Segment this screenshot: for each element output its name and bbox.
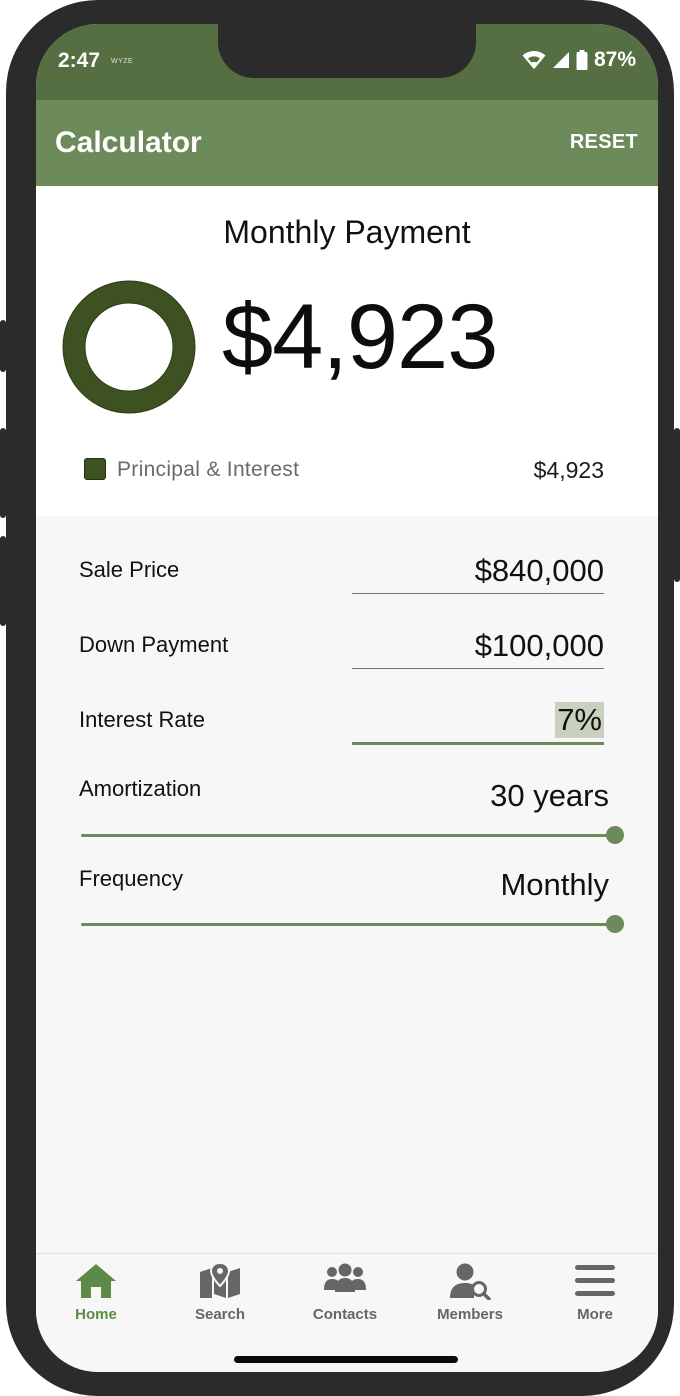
sale-price-label: Sale Price: [79, 557, 180, 582]
slider-thumb[interactable]: [606, 826, 624, 844]
volume-down-button: [0, 536, 6, 626]
frequency-label: Frequency: [79, 866, 183, 891]
bottom-navigation: Home Search Contacts Members More: [36, 1253, 658, 1372]
status-brand-label: WYZE: [111, 58, 134, 65]
wifi-icon: [522, 51, 546, 69]
down-payment-value: $100,000: [474, 628, 604, 663]
nav-search-label: Search: [194, 1306, 246, 1323]
frequency-slider[interactable]: [81, 914, 624, 934]
slider-thumb[interactable]: [606, 915, 624, 933]
amortization-value: 30 years: [490, 778, 609, 813]
summary-title: Monthly Payment: [223, 214, 471, 250]
menu-icon: [575, 1265, 615, 1296]
cellular-signal-icon: [552, 52, 569, 68]
donut-segment-principal-interest: [63, 281, 195, 413]
power-button: [674, 428, 680, 582]
legend-label: Principal & Interest: [117, 458, 300, 481]
interest-rate-value: 7%: [555, 702, 604, 738]
down-payment-field[interactable]: $100,000: [352, 625, 604, 669]
home-indicator: [234, 1356, 458, 1363]
mute-switch: [0, 320, 6, 372]
monthly-payment-amount: $4,923: [222, 286, 498, 388]
home-icon: [76, 1264, 116, 1298]
nav-home-label: Home: [75, 1306, 117, 1323]
slider-track: [81, 834, 615, 837]
reset-button[interactable]: RESET: [570, 131, 638, 154]
battery-percentage: 87%: [593, 48, 636, 71]
camera-notch: [218, 24, 476, 78]
nav-contacts[interactable]: Contacts: [290, 1262, 400, 1323]
legend-swatch: [84, 458, 106, 480]
member-search-icon: [450, 1263, 491, 1300]
payment-summary: Monthly Payment $4,923 Principal & Inter…: [36, 186, 658, 516]
interest-rate-field[interactable]: 7%: [352, 701, 604, 745]
map-icon: [200, 1262, 240, 1298]
status-indicators: 87%: [522, 48, 636, 72]
battery-icon: [576, 50, 588, 70]
nav-members-label: Members: [437, 1306, 503, 1323]
amortization-slider[interactable]: [81, 825, 624, 845]
status-time: 2:47: [58, 49, 101, 72]
sale-price-value: $840,000: [474, 553, 604, 588]
slider-track: [81, 923, 615, 926]
nav-more[interactable]: More: [540, 1262, 650, 1323]
legend-value: $4,923: [533, 457, 604, 483]
interest-rate-label: Interest Rate: [79, 707, 205, 732]
nav-contacts-label: Contacts: [312, 1306, 378, 1323]
sale-price-field[interactable]: $840,000: [352, 550, 604, 594]
nav-search[interactable]: Search: [165, 1262, 275, 1323]
app-bar: Calculator RESET: [36, 100, 658, 186]
frequency-value: Monthly: [500, 867, 609, 902]
payment-donut-chart: [62, 280, 196, 419]
nav-more-label: More: [577, 1306, 613, 1323]
down-payment-label: Down Payment: [79, 632, 229, 657]
page-title: Calculator: [55, 126, 202, 159]
volume-up-button: [0, 428, 6, 518]
phone-frame: 2:47 WYZE 87% Calculator RESET Monthly P…: [0, 0, 680, 1396]
app-screen: 2:47 WYZE 87% Calculator RESET Monthly P…: [36, 24, 658, 1372]
nav-home[interactable]: Home: [41, 1262, 151, 1323]
amortization-label: Amortization: [79, 776, 202, 801]
contacts-icon: [324, 1263, 366, 1292]
nav-members[interactable]: Members: [415, 1262, 525, 1323]
